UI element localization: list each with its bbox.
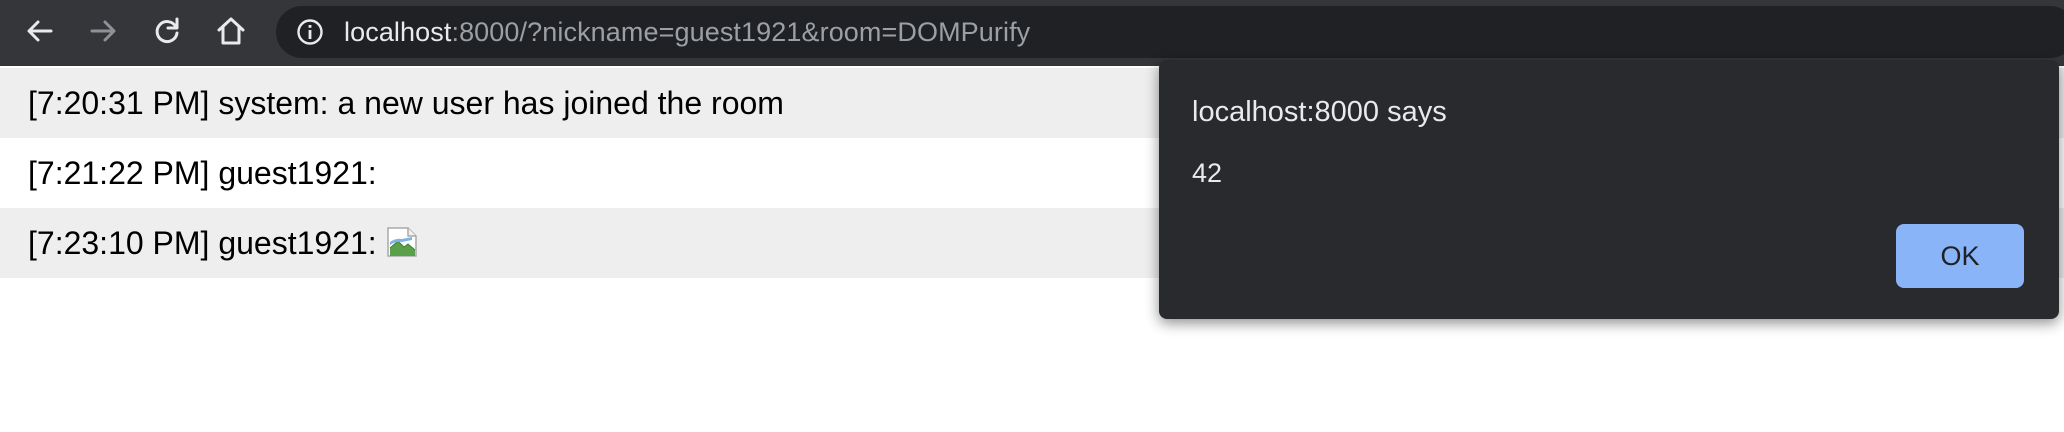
url-host: localhost — [344, 17, 452, 47]
ok-button[interactable]: OK — [1896, 224, 2024, 288]
alert-dialog: localhost:8000 says 42 OK — [1159, 60, 2059, 319]
forward-arrow-icon — [90, 20, 116, 42]
address-bar[interactable]: localhost:8000/?nickname=guest1921&room=… — [276, 6, 2064, 58]
message-timestamp: [7:23:10 PM] — [28, 225, 210, 261]
message-text: a new user has joined the room — [337, 85, 784, 121]
url-text[interactable]: localhost:8000/?nickname=guest1921&room=… — [344, 6, 1030, 58]
reload-button[interactable] — [143, 7, 191, 55]
message-author: system: — [218, 85, 329, 121]
message-author: guest1921: — [218, 155, 377, 191]
message-timestamp: [7:21:22 PM] — [28, 155, 210, 191]
back-button[interactable] — [16, 7, 64, 55]
broken-image-icon — [386, 227, 417, 257]
message-author: guest1921: — [218, 225, 377, 261]
browser-toolbar: localhost:8000/?nickname=guest1921&room=… — [0, 0, 2064, 66]
dialog-title: localhost:8000 says — [1192, 96, 1447, 128]
forward-button[interactable] — [79, 7, 127, 55]
home-button[interactable] — [207, 7, 255, 55]
dialog-message: 42 — [1192, 158, 1223, 188]
info-icon[interactable] — [296, 18, 324, 46]
message-timestamp: [7:20:31 PM] — [28, 85, 210, 121]
back-arrow-icon — [27, 20, 53, 42]
home-icon — [217, 17, 245, 45]
reload-icon — [155, 17, 179, 43]
url-path: :8000/?nickname=guest1921&room=DOMPurify — [451, 17, 1031, 47]
